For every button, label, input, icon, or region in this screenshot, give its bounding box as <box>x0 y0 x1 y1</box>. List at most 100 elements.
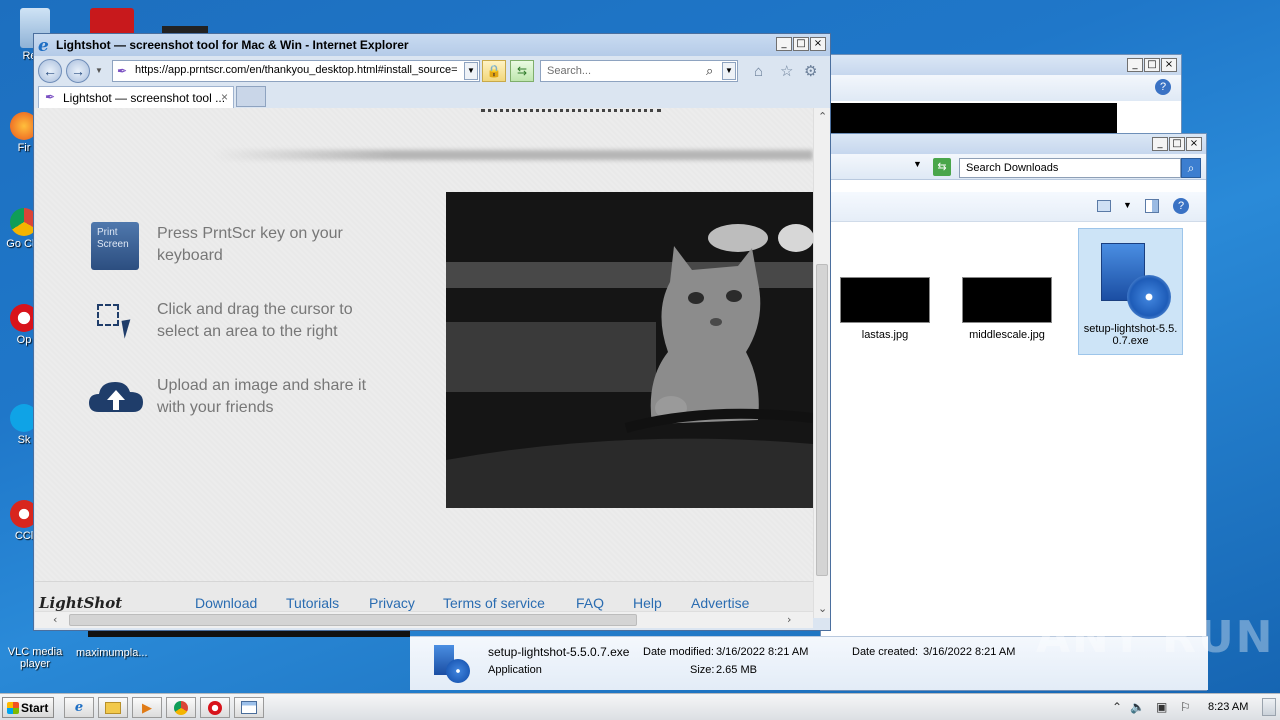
close-button[interactable]: × <box>810 37 826 51</box>
chevron-down-icon[interactable]: ▼ <box>1123 200 1132 210</box>
show-hidden-icons-arrow-icon[interactable]: ⌃ <box>1112 700 1122 714</box>
close-icon[interactable]: × <box>221 90 228 104</box>
tab-title: Lightshot — screenshot tool ... <box>63 91 226 105</box>
step-upload-share: Upload an image and share it with your f… <box>157 377 367 416</box>
footer-link-help[interactable]: Help <box>633 595 662 611</box>
explorer-titlebar[interactable]: _ □ × <box>821 134 1206 154</box>
taskbar-window-button[interactable] <box>234 697 264 718</box>
start-label: Start <box>21 701 49 715</box>
black-bar <box>88 631 410 637</box>
footer-link-faq[interactable]: FAQ <box>576 595 604 611</box>
help-icon[interactable]: ? <box>1155 79 1171 95</box>
footer-link-tutorials[interactable]: Tutorials <box>286 595 339 611</box>
start-button[interactable]: Start <box>2 697 54 718</box>
volume-icon[interactable]: 🔈 <box>1130 700 1145 714</box>
action-center-flag-icon[interactable]: ⚐ <box>1180 700 1191 714</box>
search-downloads-input[interactable]: Search Downloads <box>959 158 1181 178</box>
image-thumbnail <box>840 277 930 323</box>
new-tab-button[interactable] <box>236 86 266 107</box>
taskbar-chrome-button[interactable] <box>166 697 196 718</box>
installer-box-icon <box>432 643 472 683</box>
cloud-upload-icon <box>89 382 143 412</box>
horizontal-scrollbar[interactable]: ‹ › <box>35 611 813 628</box>
maximize-button[interactable]: □ <box>1169 137 1185 151</box>
desktop-icon-label: CCl <box>14 530 34 542</box>
close-button[interactable]: × <box>1186 137 1202 151</box>
taskbar-media-player-button[interactable]: ▶ <box>132 697 162 718</box>
lightshot-logo[interactable]: LightShot <box>39 594 122 612</box>
file-item[interactable]: middlescale.jpg <box>955 277 1059 341</box>
desktop-icon-label: Fir <box>17 142 31 154</box>
refresh-icon[interactable]: ⇆ <box>933 158 951 176</box>
taskbar-clock[interactable]: 8:23 AM <box>1208 701 1248 713</box>
lock-icon[interactable]: 🔒 <box>482 60 506 82</box>
horizontal-scroll-thumb[interactable] <box>69 614 637 626</box>
view-icon[interactable] <box>1097 200 1111 212</box>
search-icon[interactable]: ⌕ <box>1181 158 1201 178</box>
details-size-label: Size: <box>690 664 715 676</box>
scroll-up-arrow-icon[interactable]: ⌃ <box>818 110 827 123</box>
background-window[interactable]: _ □ × ? <box>826 54 1182 134</box>
desktop-icon-label: VLC media player <box>7 646 63 670</box>
tab-lightshot[interactable]: ✒ Lightshot — screenshot tool ... × <box>38 86 234 108</box>
address-url: https://app.prntscr.com/en/thankyou_desk… <box>135 64 458 76</box>
footer-link-download[interactable]: Download <box>195 595 257 611</box>
minimize-button[interactable]: _ <box>776 37 792 51</box>
print-screen-key-icon: Print Screen <box>91 222 139 270</box>
heading-dots <box>481 108 661 112</box>
desktop-icon-vlc[interactable]: VLC media player <box>4 628 66 670</box>
file-name: middlescale.jpg <box>969 329 1045 341</box>
minimize-button[interactable]: _ <box>1127 58 1143 72</box>
maximumplace-label[interactable]: maximumpla... <box>76 647 148 659</box>
step-press-key: Press PrntScr key on your keyboard <box>157 225 343 264</box>
scroll-left-arrow-icon[interactable]: ‹ <box>53 613 57 626</box>
footer-link-terms[interactable]: Terms of service <box>443 595 545 611</box>
file-item[interactable]: lastas.jpg <box>833 277 937 341</box>
maximize-button[interactable]: □ <box>1144 58 1160 72</box>
forward-button[interactable]: → <box>66 59 90 83</box>
search-icon[interactable]: ⌕ <box>706 63 713 79</box>
details-created-label: Date created: <box>852 646 919 658</box>
refresh-button[interactable]: ⇆ <box>510 60 534 82</box>
window-icon <box>241 701 257 714</box>
details-type: Application <box>488 664 542 676</box>
chevron-down-icon[interactable]: ▼ <box>95 66 103 75</box>
address-bar[interactable]: ✒ https://app.prntscr.com/en/thankyou_de… <box>112 60 480 82</box>
network-icon[interactable]: ▣ <box>1156 700 1167 714</box>
background-window-titlebar[interactable]: _ □ × <box>827 55 1181 75</box>
explorer-address-bar: ▼ ⇆ Search Downloads ⌕ <box>821 154 1206 180</box>
image-thumbnail <box>962 277 1052 323</box>
taskbar-explorer-button[interactable] <box>98 697 128 718</box>
footer-link-privacy[interactable]: Privacy <box>369 595 415 611</box>
anyrun-watermark: ANY RUN <box>1036 612 1275 663</box>
maximize-button[interactable]: □ <box>793 37 809 51</box>
close-button[interactable]: × <box>1161 58 1177 72</box>
taskbar-ie-button[interactable]: e <box>64 697 94 718</box>
help-icon[interactable]: ? <box>1173 198 1189 214</box>
details-modified-label: Date modified: <box>643 646 714 658</box>
gear-icon[interactable]: ⚙ <box>804 64 817 80</box>
home-icon[interactable]: ⌂ <box>754 64 763 80</box>
favorites-star-icon[interactable]: ☆ <box>780 64 793 80</box>
scroll-down-arrow-icon[interactable]: ⌄ <box>818 602 827 615</box>
file-item-selected[interactable]: setup-lightshot-5.5.0.7.exe <box>1078 228 1183 355</box>
vertical-scrollbar[interactable]: ⌃ ⌄ <box>813 108 830 618</box>
black-content <box>829 103 1117 133</box>
preview-pane-icon[interactable] <box>1145 199 1159 213</box>
chevron-down-icon[interactable]: ▼ <box>913 159 922 169</box>
address-dropdown-button[interactable]: ▼ <box>464 62 478 80</box>
ie-titlebar[interactable]: e Lightshot — screenshot tool for Mac & … <box>34 34 830 56</box>
taskbar-opera-button[interactable] <box>200 697 230 718</box>
details-created-value: 3/16/2022 8:21 AM <box>923 646 1016 658</box>
vertical-scroll-thumb[interactable] <box>816 264 828 576</box>
scroll-right-arrow-icon[interactable]: › <box>787 613 791 626</box>
search-dropdown-button[interactable]: ▼ <box>722 62 736 80</box>
footer-link-advertise[interactable]: Advertise <box>691 595 749 611</box>
back-button[interactable]: ← <box>38 59 62 83</box>
ie-window[interactable]: e Lightshot — screenshot tool for Mac & … <box>33 33 831 631</box>
explorer-window[interactable]: _ □ × ▼ ⇆ Search Downloads ⌕ ▼ ? lastas.… <box>820 133 1207 691</box>
ie-navigation-bar: ← → ▼ ✒ https://app.prntscr.com/en/thank… <box>34 56 830 84</box>
details-modified-value: 3/16/2022 8:21 AM <box>716 646 809 658</box>
minimize-button[interactable]: _ <box>1152 137 1168 151</box>
show-desktop-button[interactable] <box>1262 698 1276 716</box>
